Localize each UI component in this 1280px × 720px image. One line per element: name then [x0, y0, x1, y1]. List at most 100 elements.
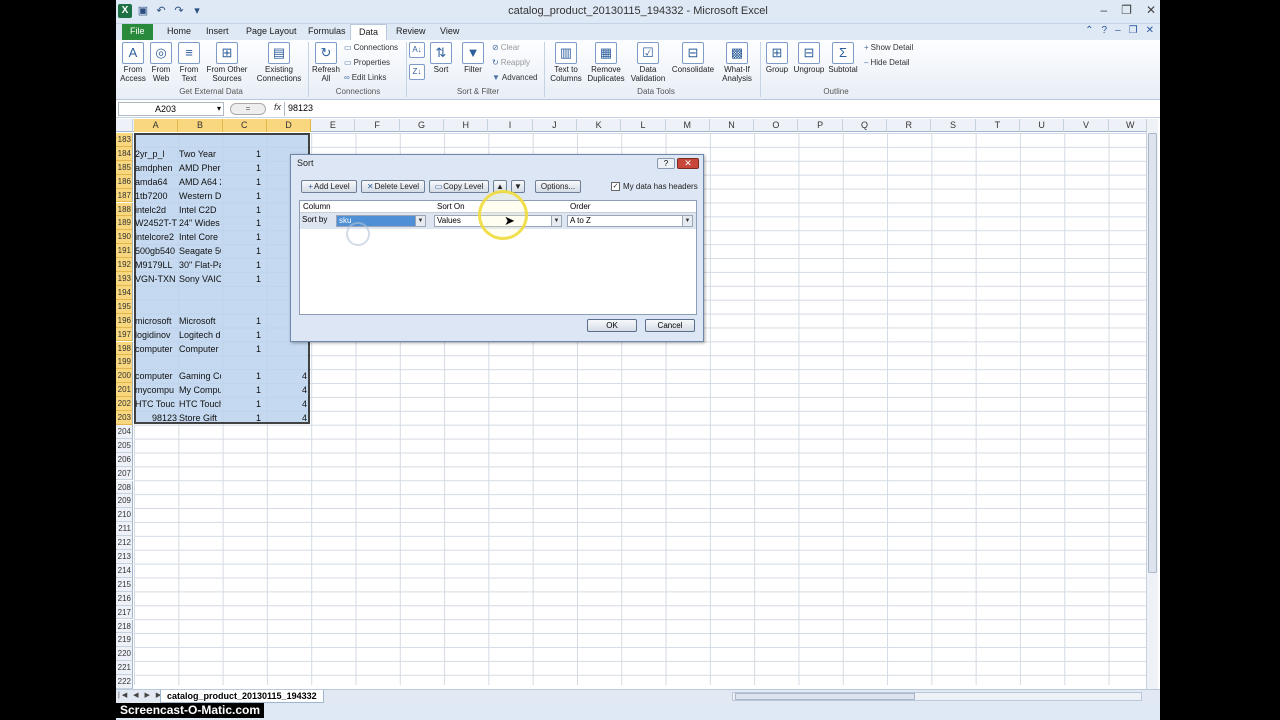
tab-review[interactable]: Review — [388, 24, 434, 40]
chevron-down-icon[interactable]: ▾ — [217, 103, 221, 115]
cell-a[interactable]: intelc2d — [135, 203, 177, 217]
chevron-down-icon[interactable]: ▼ — [682, 216, 692, 226]
headers-checkbox[interactable]: ✓ My data has headers — [611, 182, 698, 192]
tab-insert[interactable]: Insert — [198, 24, 237, 40]
refresh-all-button[interactable]: ↻ Refresh All — [310, 42, 342, 83]
row-header[interactable]: 222 — [116, 675, 133, 689]
minimize-ribbon-icon[interactable]: ⌃ — [1085, 25, 1093, 36]
tab-view[interactable]: View — [432, 24, 467, 40]
cell-a[interactable]: W2452T-T — [135, 216, 177, 230]
cell-c[interactable]: 1 — [223, 369, 261, 383]
cell-b[interactable]: Two Year — [179, 147, 221, 161]
cell-d[interactable]: 4 — [267, 397, 307, 411]
cell-a[interactable]: microsoft — [135, 314, 177, 328]
row-header[interactable]: 211 — [116, 522, 133, 537]
cell-c[interactable]: 1 — [223, 244, 261, 258]
cell-c[interactable]: 1 — [223, 175, 261, 189]
cell-b[interactable]: Logitech d — [179, 328, 221, 342]
sort-az-button[interactable]: A↓ — [408, 42, 426, 59]
cell-c[interactable]: 1 — [223, 203, 261, 217]
row-header[interactable]: 218 — [116, 619, 133, 634]
connections-button[interactable]: ▭ Connections — [344, 43, 398, 53]
cell-a[interactable]: 2yr_p_l — [135, 147, 177, 161]
cell-d[interactable]: 4 — [267, 411, 307, 425]
row-header[interactable]: 204 — [116, 424, 133, 439]
hide-detail-button[interactable]: – Hide Detail — [864, 58, 910, 68]
row-header[interactable]: 213 — [116, 550, 133, 564]
cell-b[interactable]: AMD Pher — [179, 161, 221, 175]
cell-d[interactable]: 4 — [267, 369, 307, 383]
copy-level-button[interactable]: ▭Copy Level — [429, 180, 489, 193]
cell-b[interactable]: 24" Wides — [179, 216, 221, 230]
horizontal-scrollbar[interactable] — [732, 692, 1142, 701]
row-header[interactable]: 190 — [116, 230, 133, 245]
row-header[interactable]: 191 — [116, 244, 133, 259]
from-access-button[interactable]: A From Access — [118, 42, 148, 83]
column-header-h[interactable]: H — [444, 119, 489, 132]
column-header-n[interactable]: N — [710, 119, 755, 132]
from-other-sources-button[interactable]: ⊞ From Other Sources — [204, 42, 250, 83]
cell-c[interactable]: 1 — [223, 397, 261, 411]
column-header-e[interactable]: E — [311, 119, 356, 132]
text-to-columns-button[interactable]: ▥ Text to Columns — [548, 42, 584, 83]
cell-a[interactable]: M9179LL — [135, 258, 177, 272]
cell-a[interactable]: 1tb7200 — [135, 189, 177, 203]
row-header[interactable]: 217 — [116, 605, 133, 620]
cell-b[interactable]: HTC Touch — [179, 397, 221, 411]
cell-b[interactable]: Western D — [179, 189, 221, 203]
reapply-button[interactable]: ↻ Reapply — [492, 58, 530, 68]
row-header[interactable]: 220 — [116, 647, 133, 662]
window-close-icon[interactable]: ✕ — [1146, 25, 1154, 36]
row-header[interactable]: 198 — [116, 341, 133, 356]
row-header[interactable]: 183 — [116, 133, 133, 147]
row-header[interactable]: 201 — [116, 383, 133, 398]
cell-c[interactable]: 1 — [223, 411, 261, 425]
advanced-button[interactable]: ▼ Advanced — [492, 73, 538, 83]
column-header-t[interactable]: T — [976, 119, 1020, 132]
cell-a[interactable]: intelcore2 — [135, 230, 177, 244]
properties-button[interactable]: ▭ Properties — [344, 58, 390, 68]
cell-b[interactable]: Seagate 50 — [179, 244, 221, 258]
row-header[interactable]: 207 — [116, 466, 133, 481]
sheet-tab[interactable]: catalog_product_20130115_194332 — [160, 690, 324, 703]
column-header-j[interactable]: J — [533, 119, 577, 132]
row-header[interactable]: 192 — [116, 258, 133, 272]
row-header[interactable]: 219 — [116, 633, 133, 648]
cell-c[interactable]: 1 — [223, 383, 261, 397]
cell-a[interactable]: computer — [135, 342, 177, 356]
cell-a[interactable]: amda64 — [135, 175, 177, 189]
cell-c[interactable]: 1 — [223, 230, 261, 244]
column-header-p[interactable]: P — [799, 119, 843, 132]
cancel-button[interactable]: Cancel — [645, 319, 695, 332]
row-header[interactable]: 202 — [116, 397, 133, 411]
show-detail-button[interactable]: + Show Detail — [864, 43, 913, 53]
cell-b[interactable]: AMD A64 2 — [179, 175, 221, 189]
column-header-q[interactable]: Q — [843, 119, 888, 132]
from-web-button[interactable]: ◎ From Web — [148, 42, 174, 83]
cell-b[interactable]: Microsoft — [179, 314, 221, 328]
cell-c[interactable]: 1 — [223, 342, 261, 356]
row-header[interactable]: 193 — [116, 272, 133, 286]
row-header[interactable]: 199 — [116, 355, 133, 370]
row-header[interactable]: 186 — [116, 174, 133, 189]
row-header[interactable]: 221 — [116, 661, 133, 676]
cell-a[interactable]: computer — [135, 369, 177, 383]
cell-d[interactable]: 4 — [267, 383, 307, 397]
cell-a[interactable]: VGN-TXN — [135, 272, 177, 286]
row-header[interactable]: 203 — [116, 411, 133, 425]
row-header[interactable]: 208 — [116, 480, 133, 495]
formula-input[interactable]: 98123 — [284, 102, 1154, 116]
column-header-a[interactable]: A — [134, 119, 179, 132]
scroll-thumb[interactable] — [735, 693, 915, 700]
column-header-c[interactable]: C — [222, 119, 267, 132]
close-window-icon[interactable]: ✕ — [1146, 3, 1156, 17]
row-header[interactable]: 187 — [116, 188, 133, 203]
cell-c[interactable]: 1 — [223, 189, 261, 203]
column-header-s[interactable]: S — [931, 119, 976, 132]
cell-c[interactable]: 1 — [223, 147, 261, 161]
column-header-m[interactable]: M — [666, 119, 710, 132]
from-text-button[interactable]: ≡ From Text — [175, 42, 203, 83]
window-minimize-icon[interactable]: – — [1115, 25, 1121, 36]
column-header-b[interactable]: B — [178, 119, 223, 132]
cell-b[interactable]: Intel C2D — [179, 203, 221, 217]
